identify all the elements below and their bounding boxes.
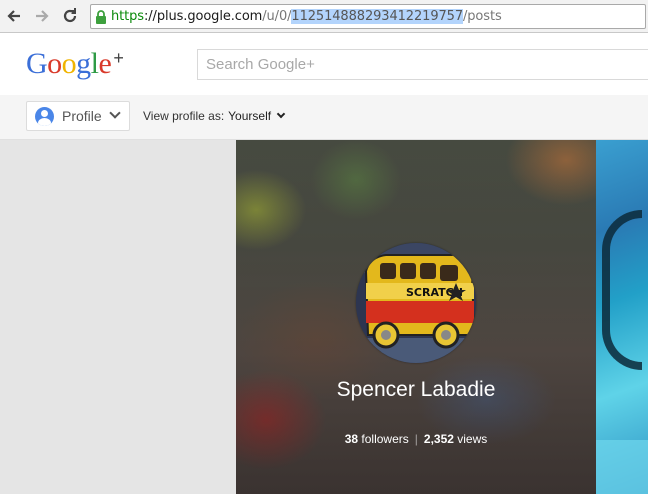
views-count: 2,352 bbox=[423, 432, 454, 446]
next-cover-image bbox=[596, 140, 648, 494]
logo-letters: Google bbox=[26, 47, 112, 80]
chevron-down-icon bbox=[109, 107, 121, 119]
followers-count: 38 bbox=[344, 432, 359, 446]
url-selected-text: 112514888293412219757 bbox=[291, 9, 463, 24]
logo-letter: g bbox=[76, 47, 91, 80]
lock-icon bbox=[96, 9, 106, 24]
profile-name: Spencer Labadie bbox=[336, 378, 496, 401]
bus-image: SCRATCH bbox=[356, 243, 476, 363]
profile-dropdown-button[interactable]: Profile bbox=[26, 101, 130, 131]
profile-stats: 38 followers | 2,352 views bbox=[236, 432, 596, 446]
chevron-down-icon bbox=[276, 109, 286, 119]
forward-arrow-icon bbox=[36, 10, 49, 22]
url-path-prefix: /u/0/ bbox=[262, 9, 292, 24]
logo-letter: l bbox=[90, 47, 99, 80]
stats-separator: | bbox=[414, 432, 418, 446]
person-icon bbox=[35, 106, 54, 126]
view-as-label: View profile as: bbox=[143, 109, 225, 123]
url-text: https://plus.google.com/u/0/112514888293… bbox=[111, 9, 502, 24]
address-bar[interactable]: https://plus.google.com/u/0/112514888293… bbox=[90, 4, 646, 29]
views-label: views bbox=[457, 432, 488, 446]
profile-label: Profile bbox=[62, 108, 102, 124]
profile-photo[interactable]: SCRATCH bbox=[356, 243, 476, 363]
back-button[interactable] bbox=[4, 6, 24, 26]
forward-button[interactable] bbox=[32, 6, 52, 26]
url-scheme: https bbox=[111, 9, 144, 24]
reload-button[interactable] bbox=[60, 6, 80, 26]
google-plus-logo[interactable]: Google + bbox=[26, 47, 124, 81]
logo-plus: + bbox=[113, 48, 124, 68]
browser-toolbar: https://plus.google.com/u/0/112514888293… bbox=[0, 0, 648, 33]
cover-left-gutter bbox=[0, 140, 236, 494]
logo-letter: o bbox=[47, 47, 62, 80]
view-as-value: Yourself bbox=[228, 109, 272, 123]
url-separator: :// bbox=[143, 9, 157, 24]
followers-label: followers bbox=[361, 432, 409, 446]
reload-icon bbox=[63, 8, 77, 23]
logo-letter: e bbox=[98, 47, 112, 80]
url-path-suffix: /posts bbox=[463, 9, 502, 24]
search-input[interactable] bbox=[198, 50, 648, 79]
logo-letter: o bbox=[61, 47, 77, 80]
profile-subbar: Profile View profile as: Yourself bbox=[0, 95, 648, 140]
url-host: plus.google.com bbox=[156, 9, 263, 24]
back-arrow-icon bbox=[7, 10, 20, 22]
view-profile-as-selector[interactable]: View profile as: Yourself bbox=[143, 109, 286, 123]
gplus-header: Google + bbox=[0, 33, 648, 95]
logo-letter: G bbox=[26, 47, 48, 80]
search-box[interactable] bbox=[197, 49, 648, 80]
